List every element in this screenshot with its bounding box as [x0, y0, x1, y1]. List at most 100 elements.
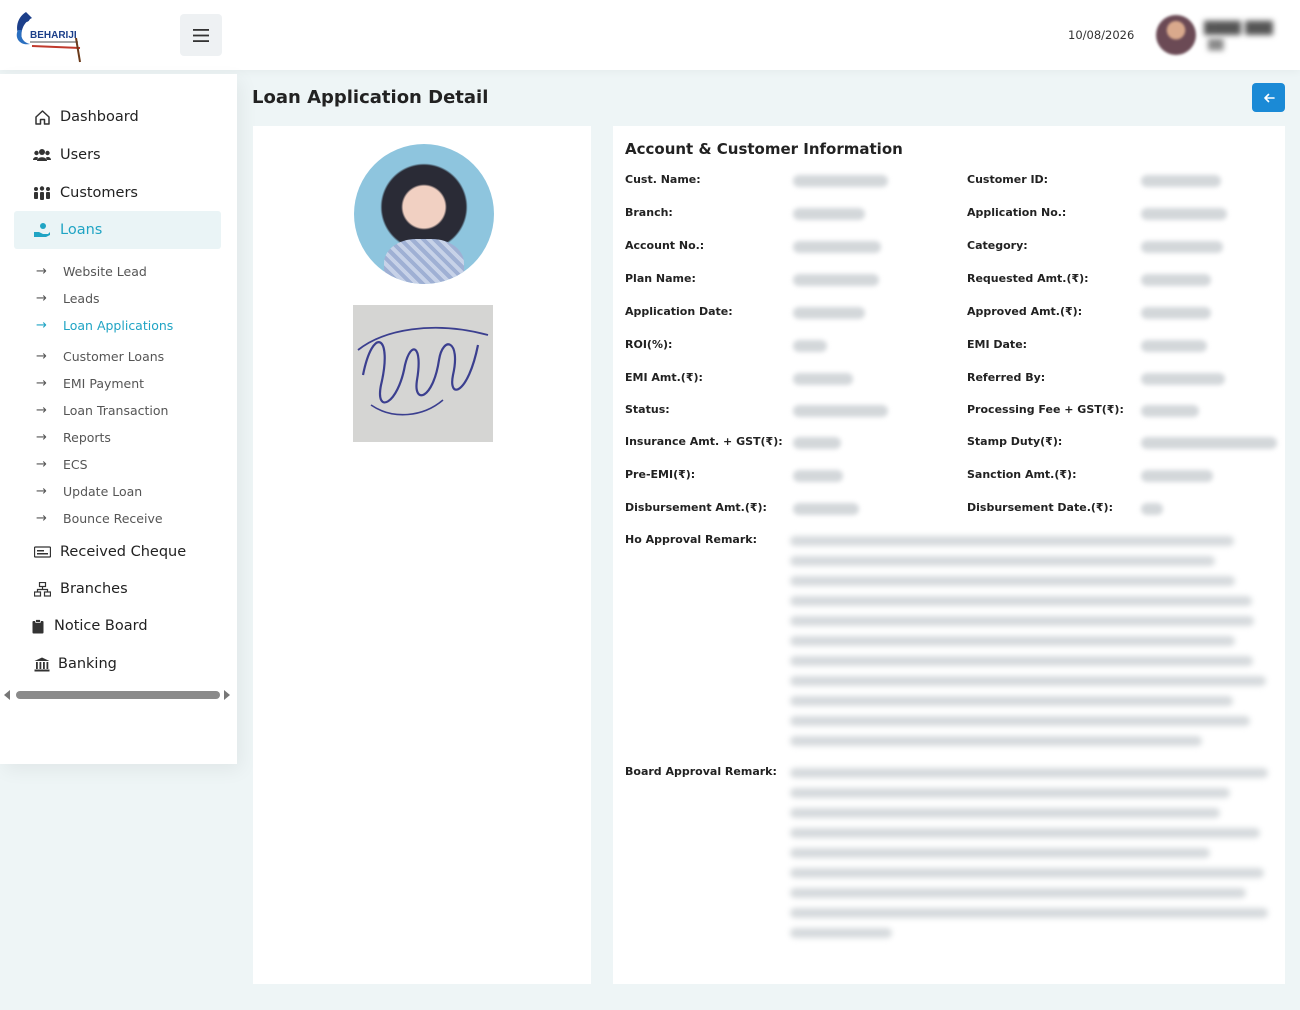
- sidebar-subitem-update-loan[interactable]: → Update Loan: [36, 480, 142, 502]
- field-value-redacted: [1141, 437, 1277, 449]
- field-value-redacted: [793, 503, 859, 515]
- arrow-right-icon: →: [36, 290, 47, 306]
- sidebar-subitem-website-lead[interactable]: → Website Lead: [36, 260, 147, 282]
- clipboard-icon: [28, 618, 48, 634]
- arrow-right-icon: →: [36, 402, 47, 418]
- field-label: Processing Fee + GST(₹):: [967, 403, 1124, 416]
- sidebar-item-banking[interactable]: Banking: [14, 645, 221, 683]
- top-header: BEHARIJI 10/08/2026 ████ ███ ██: [0, 0, 1300, 70]
- remark-text-redacted: [790, 928, 892, 938]
- sidebar-item-loans[interactable]: Loans: [14, 211, 221, 249]
- field-value-redacted: [793, 208, 865, 220]
- menu-toggle-button[interactable]: [180, 14, 222, 56]
- field-value-redacted: [1141, 307, 1211, 319]
- field-label: Cust. Name:: [625, 173, 701, 186]
- sidebar-item-dashboard[interactable]: Dashboard: [14, 98, 221, 136]
- field-label: Branch:: [625, 206, 673, 219]
- field-value-redacted: [793, 175, 888, 187]
- field-label: Stamp Duty(₹):: [967, 435, 1063, 448]
- sidebar-subitem-bounce-receive[interactable]: → Bounce Receive: [36, 507, 163, 529]
- scrollbar-thumb[interactable]: [16, 691, 220, 699]
- user-role-redacted: ██: [1208, 40, 1224, 51]
- sidebar-item-received-cheque[interactable]: Received Cheque: [14, 533, 221, 571]
- sidebar-item-branches[interactable]: Branches: [14, 570, 221, 608]
- scroll-right-icon[interactable]: [224, 690, 230, 700]
- remark-text-redacted: [790, 596, 1252, 606]
- remark-text-redacted: [790, 888, 1246, 898]
- sidebar-horizontal-scrollbar[interactable]: [2, 688, 234, 702]
- sidebar-subitem-loan-applications[interactable]: → Loan Applications: [36, 314, 173, 336]
- sidebar-subitem-label: ECS: [63, 456, 88, 472]
- user-name-redacted[interactable]: ████ ███: [1204, 21, 1273, 35]
- sidebar-item-label: Banking: [58, 656, 117, 672]
- remark-text-redacted: [790, 576, 1235, 586]
- field-label: Plan Name:: [625, 272, 696, 285]
- field-label: Sanction Amt.(₹):: [967, 468, 1077, 481]
- sidebar-item-customers[interactable]: Customers: [14, 174, 221, 212]
- bank-icon: [32, 657, 52, 672]
- arrow-right-icon: →: [36, 483, 47, 499]
- customers-icon: [32, 186, 52, 200]
- sidebar-subitem-label: Reports: [63, 429, 111, 445]
- customer-photo[interactable]: [354, 144, 494, 284]
- remark-text-redacted: [790, 808, 1220, 818]
- arrow-left-icon: [1263, 93, 1275, 102]
- field-label: Insurance Amt. + GST(₹):: [625, 435, 783, 448]
- sidebar-item-label: Customers: [60, 185, 138, 201]
- back-button[interactable]: [1252, 83, 1285, 112]
- field-value-redacted: [1141, 373, 1225, 385]
- remark-text-redacted: [790, 788, 1230, 798]
- branches-icon: [32, 581, 52, 597]
- sidebar-subitem-label: EMI Payment: [63, 375, 145, 391]
- field-value-redacted: [1141, 208, 1227, 220]
- field-value-redacted: [793, 274, 879, 286]
- remark-text-redacted: [790, 716, 1250, 726]
- sidebar-subitem-ecs[interactable]: → ECS: [36, 453, 88, 475]
- sidebar-subitem-emi-payment[interactable]: → EMI Payment: [36, 372, 144, 394]
- remark-text-redacted: [790, 828, 1260, 838]
- sidebar-subitem-reports[interactable]: → Reports: [36, 426, 111, 448]
- sidebar-item-notice-board[interactable]: Notice Board: [14, 607, 221, 645]
- sidebar-subitem-customer-loans[interactable]: → Customer Loans: [36, 345, 164, 367]
- arrow-right-icon: →: [36, 456, 47, 472]
- remark-text-redacted: [790, 636, 1235, 646]
- field-value-redacted: [1141, 470, 1213, 482]
- customer-media-card: [253, 126, 591, 984]
- remark-text-redacted: [790, 768, 1268, 778]
- sidebar-subitem-loan-transaction[interactable]: → Loan Transaction: [36, 399, 168, 421]
- arrow-right-icon: →: [36, 348, 47, 364]
- remark-text-redacted: [790, 556, 1215, 566]
- remark-text-redacted: [790, 656, 1253, 666]
- field-value-redacted: [793, 470, 843, 482]
- sidebar-subitem-leads[interactable]: → Leads: [36, 287, 100, 309]
- sidebar-subitem-label: Loan Applications: [63, 317, 174, 333]
- field-label: Application No.:: [967, 206, 1067, 219]
- sidebar: Dashboard Users Customers Loans → Websit…: [0, 74, 237, 764]
- field-label: ROI(%):: [625, 338, 673, 351]
- field-value-redacted: [793, 307, 865, 319]
- remark-text-redacted: [790, 616, 1254, 626]
- field-value-redacted: [793, 340, 827, 352]
- remark-text-redacted: [790, 536, 1234, 546]
- field-value-redacted: [1141, 274, 1211, 286]
- company-logo[interactable]: BEHARIJI: [12, 8, 84, 64]
- field-label: EMI Amt.(₹):: [625, 371, 703, 384]
- sidebar-item-label: Dashboard: [60, 109, 139, 125]
- sidebar-subitem-label: Customer Loans: [63, 348, 165, 364]
- sidebar-item-label: Branches: [60, 581, 128, 597]
- arrow-right-icon: →: [36, 429, 47, 445]
- field-label: EMI Date:: [967, 338, 1028, 351]
- field-label: Requested Amt.(₹):: [967, 272, 1089, 285]
- home-icon: [32, 109, 52, 126]
- sidebar-item-users[interactable]: Users: [14, 136, 221, 174]
- field-value-redacted: [793, 241, 881, 253]
- field-label: Disbursement Date.(₹):: [967, 501, 1113, 514]
- logo-text: BEHARIJI: [30, 30, 77, 41]
- avatar[interactable]: [1156, 15, 1196, 55]
- page-title: Loan Application Detail: [252, 87, 489, 108]
- remark-text-redacted: [790, 848, 1210, 858]
- scroll-left-icon[interactable]: [4, 690, 10, 700]
- customer-signature-image[interactable]: [353, 305, 493, 442]
- field-label: Pre-EMI(₹):: [625, 468, 696, 481]
- board-approval-remark-label: Board Approval Remark:: [625, 765, 777, 778]
